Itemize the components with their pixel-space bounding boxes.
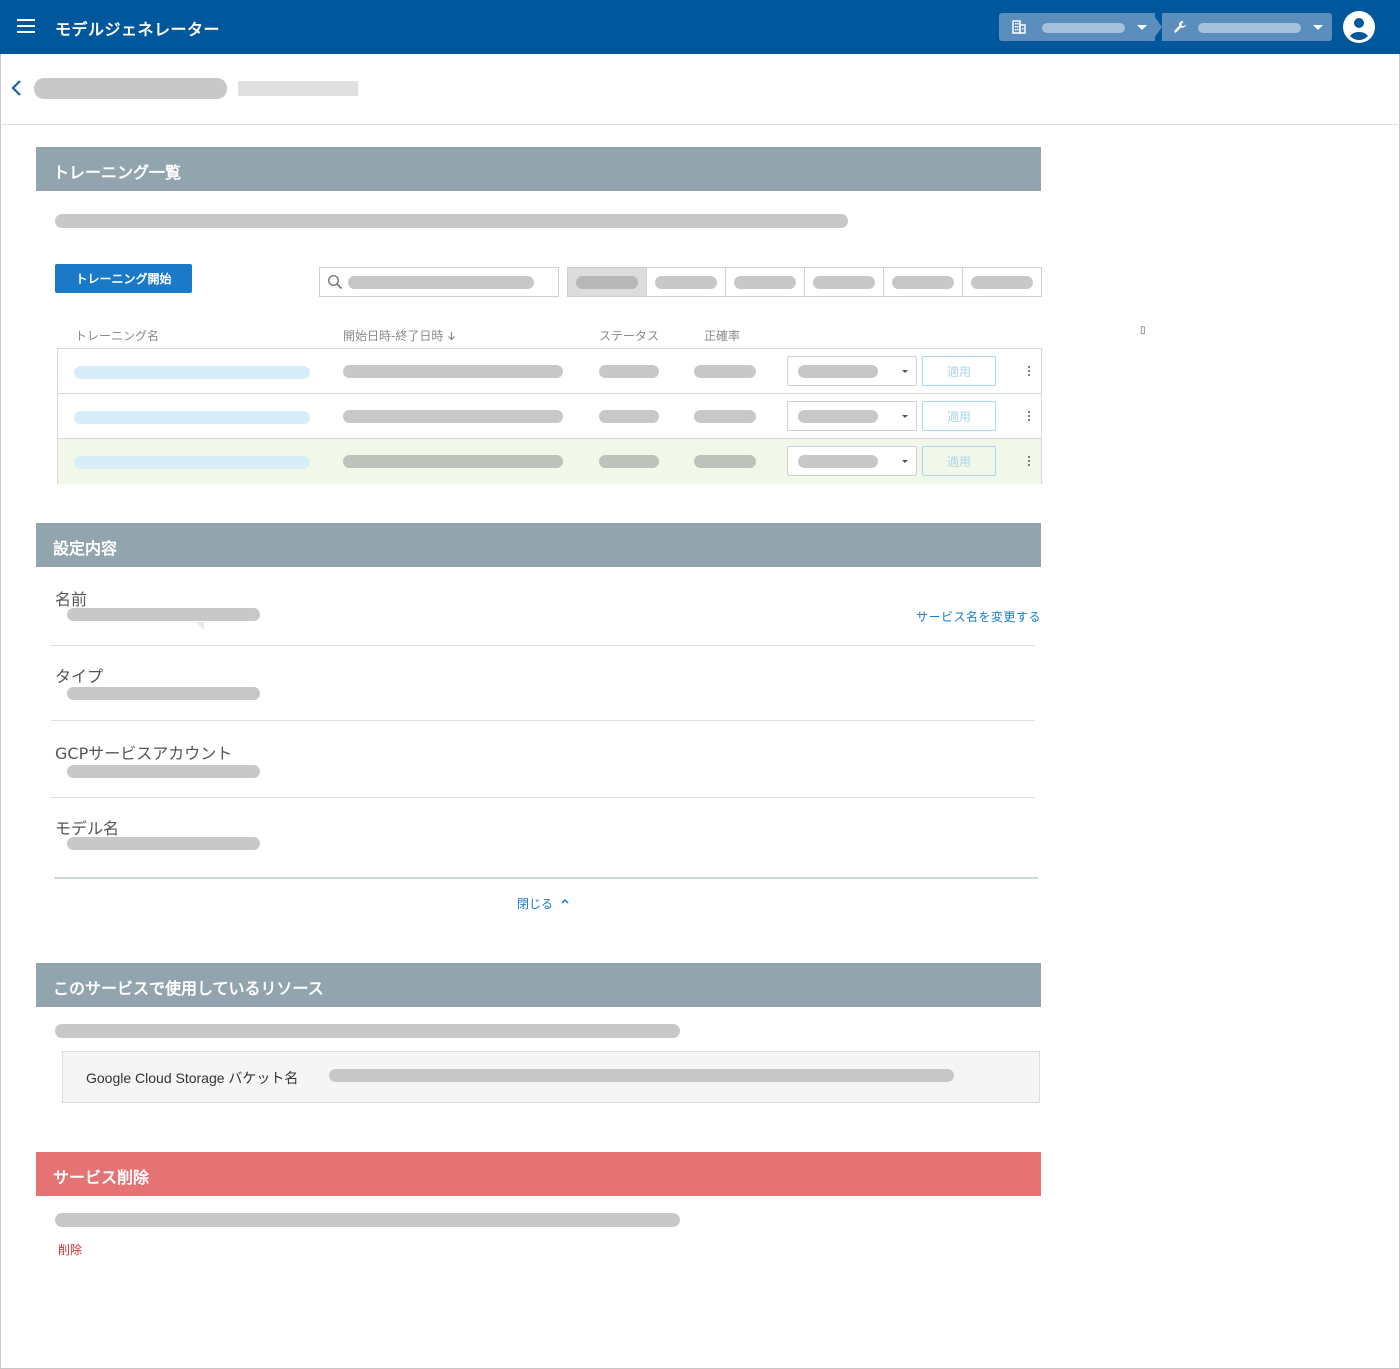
filter-tab[interactable] <box>805 268 884 296</box>
datetime-placeholder <box>343 410 563 423</box>
project-name-placeholder <box>1198 23 1301 33</box>
building-icon <box>1012 20 1026 34</box>
apply-button[interactable]: 適用 <box>922 446 996 476</box>
accuracy-placeholder <box>694 455 756 468</box>
model-version-select[interactable] <box>787 446 917 476</box>
service-subtitle-placeholder <box>238 81 358 96</box>
filter-tab[interactable] <box>884 268 963 296</box>
project-selector[interactable] <box>1162 13 1332 41</box>
training-name-link[interactable] <box>74 456 310 469</box>
filter-tab[interactable] <box>726 268 805 296</box>
column-header-status: ステータス <box>599 329 660 343</box>
datetime-placeholder <box>343 455 563 468</box>
field-label-model-name: モデル名 <box>55 819 120 838</box>
more-vertical-icon[interactable] <box>1026 366 1032 378</box>
more-vertical-icon[interactable] <box>1026 411 1032 423</box>
training-table: 適用 適用 適用 <box>57 348 1042 484</box>
filter-tab[interactable] <box>568 268 647 296</box>
bucket-label: Google Cloud Storage バケット名 <box>86 1070 299 1086</box>
apply-button[interactable]: 適用 <box>922 401 996 431</box>
settings-bottom-divider <box>54 877 1038 879</box>
field-value-type-placeholder <box>67 687 260 700</box>
arrow-down-icon <box>448 332 456 341</box>
status-filter-tabs <box>567 267 1042 297</box>
caret-down-icon <box>902 415 908 418</box>
field-value-gcp-account-placeholder <box>67 765 260 778</box>
field-value-model-name-placeholder <box>67 837 260 850</box>
delete-description-placeholder <box>55 1213 680 1227</box>
caret-down-icon <box>902 370 908 373</box>
more-vertical-icon[interactable] <box>1026 456 1032 468</box>
organization-selector[interactable] <box>999 13 1155 41</box>
training-description-placeholder <box>55 214 848 228</box>
apply-button[interactable]: 適用 <box>922 356 996 386</box>
column-header-datetime[interactable]: 開始日時-終了日時 <box>343 327 456 344</box>
service-title-placeholder <box>34 78 227 99</box>
table-row: 適用 <box>58 439 1041 484</box>
organization-name-placeholder <box>1042 23 1125 33</box>
model-version-select[interactable] <box>787 401 917 431</box>
accuracy-placeholder <box>694 365 756 378</box>
header-divider <box>0 124 1400 125</box>
chevron-down-icon <box>1313 25 1323 30</box>
field-label-name: 名前 <box>55 590 88 609</box>
training-list-header: トレーニング一覧 <box>36 147 1041 191</box>
resources-description-placeholder <box>55 1024 680 1038</box>
field-divider <box>51 645 1035 646</box>
field-value-name-placeholder <box>67 608 260 621</box>
start-training-button[interactable]: トレーニング開始 <box>55 264 192 293</box>
field-divider <box>51 720 1035 721</box>
account-circle-icon[interactable] <box>1343 11 1375 43</box>
filter-tab[interactable] <box>647 268 726 296</box>
filter-tab[interactable] <box>963 268 1041 296</box>
caret-down-icon <box>902 460 908 463</box>
breadcrumb-separator <box>1152 13 1162 41</box>
status-placeholder <box>599 365 659 378</box>
table-row: 適用 <box>58 394 1041 439</box>
search-icon <box>327 274 343 290</box>
column-header-datetime-label: 開始日時-終了日時 <box>343 329 444 343</box>
wrench-icon <box>1174 21 1186 33</box>
stray-glyph: ▯ <box>1140 325 1146 336</box>
model-version-select[interactable] <box>787 356 917 386</box>
field-label-gcp-account: GCPサービスアカウント <box>55 744 233 763</box>
chevron-up-icon[interactable] <box>560 896 570 906</box>
chevron-down-icon <box>1137 25 1147 30</box>
delete-service-link[interactable]: 削除 <box>58 1241 82 1258</box>
training-name-link[interactable] <box>74 411 310 424</box>
search-placeholder <box>348 276 534 289</box>
hamburger-menu-icon[interactable] <box>17 19 35 33</box>
datetime-placeholder <box>343 365 563 378</box>
app-title: モデルジェネレーター <box>55 20 221 39</box>
field-divider <box>51 797 1035 798</box>
column-header-name: トレーニング名 <box>75 329 160 343</box>
status-placeholder <box>599 410 659 423</box>
training-search-input[interactable] <box>319 267 559 297</box>
bucket-name-placeholder <box>329 1069 954 1082</box>
delete-service-header: サービス削除 <box>36 1152 1041 1196</box>
accuracy-placeholder <box>694 410 756 423</box>
training-name-link[interactable] <box>74 366 310 379</box>
tooltip-pointer <box>196 622 204 630</box>
chevron-left-icon[interactable] <box>9 79 23 97</box>
collapse-settings-link[interactable]: 閉じる <box>517 895 553 912</box>
settings-header: 設定内容 <box>36 523 1041 567</box>
table-row: 適用 <box>58 349 1041 394</box>
top-app-bar: モデルジェネレーター <box>0 0 1400 54</box>
resources-header: このサービスで使用しているリソース <box>36 963 1041 1007</box>
rename-service-link[interactable]: サービス名を変更する <box>916 608 1041 625</box>
field-label-type: タイプ <box>55 667 104 686</box>
bucket-info-box: Google Cloud Storage バケット名 <box>62 1051 1040 1103</box>
status-placeholder <box>599 455 659 468</box>
column-header-accuracy: 正確率 <box>704 329 741 343</box>
